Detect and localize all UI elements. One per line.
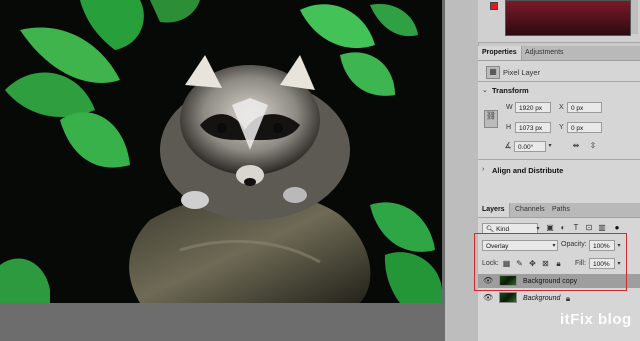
- transform-title: Transform: [492, 86, 529, 95]
- raccoon-photo[interactable]: [0, 0, 442, 303]
- height-field[interactable]: 1073 px: [515, 122, 551, 133]
- width-label: W: [506, 104, 513, 111]
- visibility-eye-icon[interactable]: 👁︎: [483, 293, 493, 303]
- layer-row-background[interactable]: 👁︎ Background 🔒︎: [478, 291, 640, 305]
- flip-horizontal-icon[interactable]: ⇹: [570, 141, 582, 151]
- pixel-filter-icon[interactable]: ▣: [545, 223, 555, 233]
- tab-layers[interactable]: Layers: [478, 203, 510, 217]
- layer-name[interactable]: Background: [523, 295, 560, 302]
- width-field[interactable]: 1920 px: [515, 102, 551, 113]
- tab-properties[interactable]: Properties: [478, 46, 522, 60]
- x-label: X: [559, 104, 564, 111]
- raccoon-image: [0, 0, 442, 303]
- highlight-box: [474, 233, 627, 291]
- color-scrollbar[interactable]: [631, 0, 638, 34]
- layer-lock-icon: 🔒︎: [565, 294, 571, 303]
- tab-channels[interactable]: Channels: [511, 203, 549, 217]
- y-field[interactable]: 0 px: [567, 122, 602, 133]
- angle-icon: ∡: [504, 141, 512, 150]
- tab-paths[interactable]: Paths: [548, 203, 574, 217]
- angle-dropdown-icon[interactable]: ▾: [546, 141, 554, 151]
- watermark-text: itFix blog: [560, 311, 632, 328]
- y-label: Y: [559, 124, 564, 131]
- color-indicator[interactable]: [490, 2, 498, 10]
- divider: [478, 159, 640, 160]
- adjustment-filter-icon[interactable]: ◐: [558, 223, 568, 233]
- angle-field[interactable]: 0.00°: [514, 141, 546, 152]
- x-field[interactable]: 0 px: [567, 102, 602, 113]
- layer-type-label: Pixel Layer: [503, 68, 541, 77]
- pixel-layer-icon: ▦: [486, 66, 500, 79]
- canvas-pasteboard: [0, 303, 445, 341]
- align-distribute-title: Align and Distribute: [492, 166, 564, 175]
- document-canvas[interactable]: [0, 0, 445, 341]
- properties-tab-bar: Properties Adjustments: [478, 46, 640, 61]
- properties-panel: [478, 61, 640, 204]
- filter-value: Kind: [496, 226, 510, 233]
- flip-vertical-icon[interactable]: ⇳: [587, 141, 599, 151]
- layer-thumbnail: [499, 292, 517, 303]
- color-picker-field[interactable]: [505, 0, 631, 36]
- chevron-down-icon[interactable]: ⌄: [482, 86, 488, 94]
- divider: [478, 81, 640, 82]
- height-label: H: [506, 124, 512, 131]
- smart-object-filter-icon[interactable]: ▥: [597, 223, 607, 233]
- layers-tab-bar: Layers Channels Paths: [478, 203, 640, 218]
- type-filter-icon[interactable]: T: [571, 223, 581, 233]
- shape-filter-icon[interactable]: ⊡: [584, 223, 594, 233]
- link-dimensions-icon[interactable]: ⛓: [484, 110, 498, 128]
- filter-toggle-icon[interactable]: ●: [613, 223, 621, 233]
- chevron-right-icon[interactable]: ›: [482, 166, 484, 173]
- tab-adjustments[interactable]: Adjustments: [521, 46, 568, 60]
